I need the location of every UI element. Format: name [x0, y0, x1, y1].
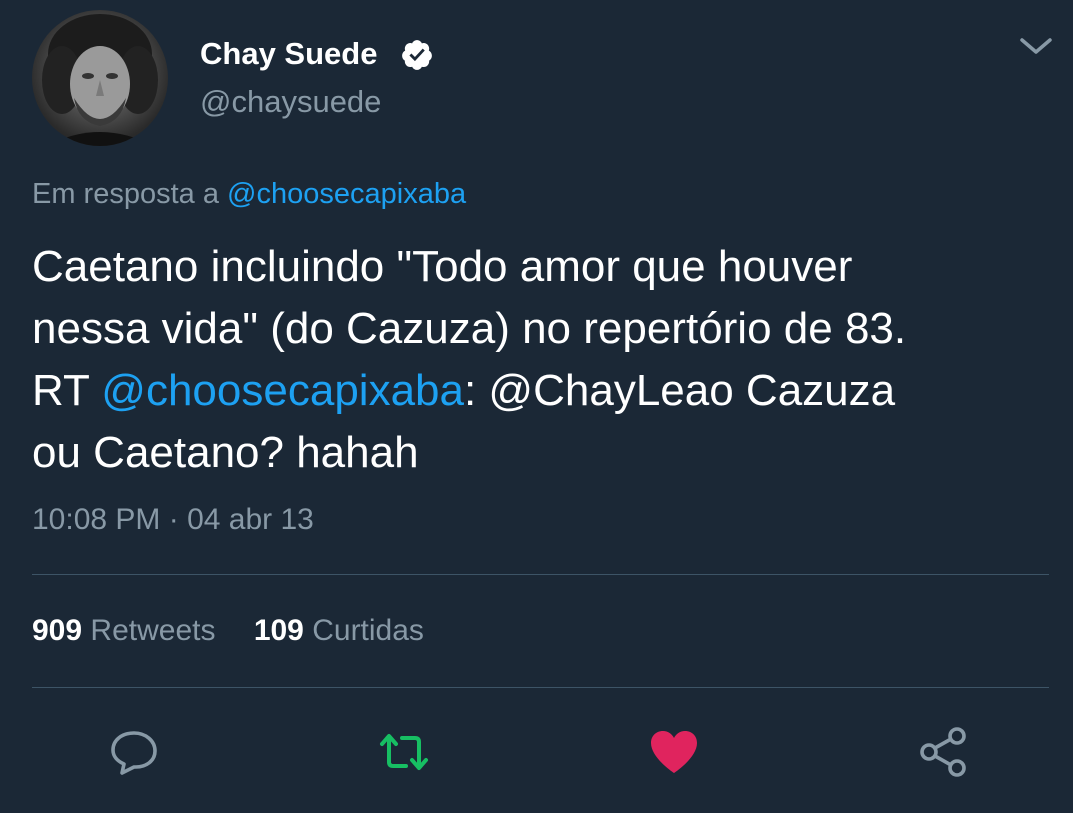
tweet-text-line: Caetano incluindo "Todo amor que houver	[32, 242, 853, 291]
tweet-detail: Chay Suede @chaysuede Em resposta a @cho…	[0, 0, 1073, 813]
divider	[32, 574, 1049, 575]
timestamp[interactable]: 10:08 PM · 04 abr 13	[32, 503, 314, 537]
tweet-text: Caetano incluindo "Todo amor que houver …	[32, 236, 1042, 484]
divider	[32, 687, 1049, 688]
tweet-text-line: ou Caetano? hahah	[32, 428, 419, 477]
likes-label: Curtidas	[312, 614, 424, 647]
verified-badge-icon	[402, 40, 432, 70]
retweets-count: 909	[32, 614, 83, 647]
chevron-down-icon[interactable]	[1018, 34, 1054, 58]
likes-stat[interactable]: 109 Curtidas	[254, 614, 424, 647]
tweet-text-fragment: : @ChayLeao Cazuza	[463, 366, 896, 415]
reply-button[interactable]	[106, 724, 162, 780]
retweets-stat[interactable]: 909 Retweets	[32, 614, 215, 647]
reply-context: Em resposta a @choosecapixaba	[32, 178, 466, 211]
likes-count: 109	[253, 614, 304, 647]
like-button[interactable]	[646, 724, 702, 780]
mention-link[interactable]: @choosecapixaba	[101, 366, 464, 415]
reply-mention-link[interactable]: @choosecapixaba	[227, 178, 466, 210]
reply-icon	[111, 731, 157, 775]
retweets-label: Retweets	[90, 614, 216, 647]
tweet-text-line: RT @choosecapixaba: @ChayLeao Cazuza	[32, 366, 895, 415]
retweet-icon	[380, 734, 428, 770]
share-icon	[920, 727, 966, 777]
rt-prefix: RT	[32, 366, 102, 415]
avatar[interactable]	[32, 10, 168, 146]
engagement-stats: 909 Retweets 109 Curtidas	[32, 614, 454, 648]
retweet-button[interactable]	[376, 724, 432, 780]
author-handle[interactable]: @chaysuede	[200, 84, 381, 120]
tweet-text-line: nessa vida" (do Cazuza) no repertório de…	[32, 304, 907, 353]
heart-icon	[651, 731, 697, 773]
author-display-name[interactable]: Chay Suede	[200, 36, 377, 72]
share-button[interactable]	[915, 724, 971, 780]
reply-prefix: Em resposta a	[32, 178, 219, 210]
